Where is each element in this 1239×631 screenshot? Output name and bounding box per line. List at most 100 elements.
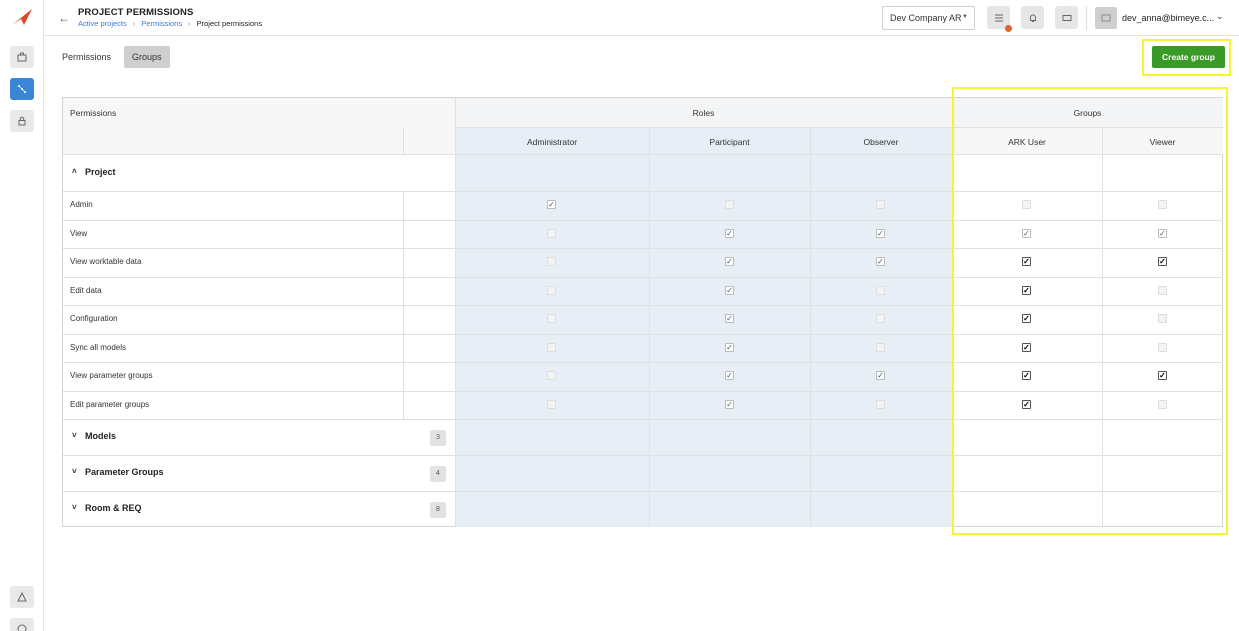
- section-project[interactable]: Project: [85, 167, 116, 177]
- permission-checkbox[interactable]: ✓: [1022, 229, 1031, 238]
- permission-checkbox[interactable]: [1158, 200, 1167, 209]
- notifications-button[interactable]: [1021, 6, 1044, 29]
- row-divider: [63, 191, 1223, 192]
- chevron-down-icon[interactable]: ⌄: [1216, 11, 1224, 22]
- permission-checkbox[interactable]: ✓: [876, 229, 885, 238]
- permission-checkbox[interactable]: ✓: [725, 229, 734, 238]
- permission-checkbox[interactable]: [1158, 343, 1167, 352]
- breadcrumb-permissions[interactable]: Permissions: [141, 19, 182, 28]
- lock-nav-button[interactable]: [10, 110, 34, 132]
- permission-checkbox[interactable]: ✓: [1022, 257, 1031, 266]
- permission-checkbox[interactable]: [1158, 286, 1167, 295]
- permission-checkbox[interactable]: ✓: [1022, 371, 1031, 380]
- permission-checkbox[interactable]: ✓: [725, 343, 734, 352]
- company-select[interactable]: Dev Company AR ▼: [882, 6, 975, 30]
- chevron-down-icon[interactable]: ˅: [72, 503, 77, 512]
- permission-checkbox[interactable]: [547, 371, 556, 380]
- warning-icon: [17, 592, 27, 602]
- row-divider: [63, 248, 1223, 249]
- row-divider: [63, 334, 1223, 335]
- keyboard-button[interactable]: [1055, 6, 1078, 29]
- permission-checkbox[interactable]: [725, 200, 734, 209]
- task-list-button[interactable]: [987, 6, 1012, 32]
- app-logo-icon[interactable]: [11, 8, 33, 26]
- bell-icon: [1029, 14, 1036, 22]
- chevron-down-icon[interactable]: ˅: [72, 431, 77, 440]
- column-divider: [649, 127, 650, 527]
- network-nav-button[interactable]: [10, 78, 34, 100]
- list-icon: [994, 14, 1003, 21]
- column-header-viewer: Viewer: [1149, 137, 1176, 147]
- permissions-table: Permissions Roles Groups Administrator Pa…: [62, 97, 1223, 527]
- back-arrow-icon[interactable]: ←: [58, 11, 70, 25]
- column-divider: [403, 220, 404, 249]
- globe-nav-button[interactable]: [10, 618, 34, 631]
- permission-checkbox[interactable]: [876, 314, 885, 323]
- permission-checkbox[interactable]: [547, 286, 556, 295]
- permission-checkbox[interactable]: [547, 257, 556, 266]
- briefcase-icon: [17, 52, 27, 62]
- column-divider: [403, 334, 404, 363]
- keyboard-icon: [1062, 14, 1071, 21]
- permission-checkbox[interactable]: ✓: [1158, 371, 1167, 380]
- column-divider: [810, 127, 811, 527]
- avatar[interactable]: [1095, 7, 1117, 29]
- tab-groups[interactable]: Groups: [124, 46, 170, 68]
- permission-checkbox[interactable]: ✓: [547, 200, 556, 209]
- user-name[interactable]: dev_anna@bimeye.c...: [1122, 13, 1214, 23]
- permission-checkbox[interactable]: [876, 286, 885, 295]
- permission-checkbox[interactable]: [876, 200, 885, 209]
- breadcrumb-current: Project permissions: [196, 19, 263, 28]
- column-header-participant: Participant: [709, 137, 750, 147]
- permission-checkbox[interactable]: ✓: [1022, 314, 1031, 323]
- permission-checkbox[interactable]: ✓: [1022, 400, 1031, 409]
- permission-label: Sync all models: [70, 343, 127, 352]
- globe-icon: [17, 624, 27, 631]
- column-header-ark-user: ARK User: [1008, 137, 1046, 147]
- permission-checkbox[interactable]: ✓: [725, 371, 734, 380]
- permission-checkbox[interactable]: [547, 400, 556, 409]
- row-divider: [63, 220, 1223, 221]
- permission-checkbox[interactable]: [1158, 314, 1167, 323]
- permission-checkbox[interactable]: ✓: [725, 314, 734, 323]
- column-divider: [403, 277, 404, 306]
- header-bg: [63, 127, 455, 154]
- permission-checkbox[interactable]: [547, 314, 556, 323]
- column-header-observer: Observer: [863, 137, 899, 147]
- column-divider: [403, 248, 404, 277]
- row-divider: [63, 391, 1223, 392]
- briefcase-nav-button[interactable]: [10, 46, 34, 68]
- permission-checkbox[interactable]: ✓: [1158, 257, 1167, 266]
- permission-checkbox[interactable]: ✓: [725, 286, 734, 295]
- lock-icon: [18, 116, 26, 126]
- column-divider: [403, 305, 404, 334]
- permission-checkbox[interactable]: [876, 343, 885, 352]
- column-divider: [403, 127, 404, 154]
- permission-checkbox[interactable]: ✓: [876, 371, 885, 380]
- permission-checkbox[interactable]: [547, 229, 556, 238]
- permission-checkbox[interactable]: [1022, 200, 1031, 209]
- user-card-icon: [1101, 14, 1111, 22]
- permission-checkbox[interactable]: ✓: [725, 400, 734, 409]
- permission-checkbox[interactable]: ✓: [876, 257, 885, 266]
- permission-checkbox[interactable]: [1158, 400, 1167, 409]
- permission-checkbox[interactable]: ✓: [725, 257, 734, 266]
- groups-column-header: Groups: [1073, 108, 1102, 118]
- chevron-up-icon[interactable]: ˄: [72, 167, 77, 176]
- permission-checkbox[interactable]: ✓: [1022, 343, 1031, 352]
- permission-checkbox[interactable]: [547, 343, 556, 352]
- permission-checkbox[interactable]: ✓: [1022, 286, 1031, 295]
- column-divider: [403, 191, 404, 220]
- top-header: ← PROJECT PERMISSIONS Active projects › …: [44, 0, 1239, 36]
- warning-nav-button[interactable]: [10, 586, 34, 608]
- column-divider: [952, 127, 953, 527]
- breadcrumb-active-projects[interactable]: Active projects: [78, 19, 127, 28]
- tab-permissions[interactable]: Permissions: [54, 46, 119, 68]
- chevron-down-icon[interactable]: ˅: [72, 467, 77, 476]
- create-group-button[interactable]: Create group: [1152, 46, 1225, 68]
- section-models[interactable]: Models: [85, 431, 116, 441]
- section-parameter-groups[interactable]: Parameter Groups: [85, 467, 164, 477]
- permission-checkbox[interactable]: [876, 400, 885, 409]
- permission-checkbox[interactable]: ✓: [1158, 229, 1167, 238]
- section-room-req[interactable]: Room & REQ: [85, 503, 142, 513]
